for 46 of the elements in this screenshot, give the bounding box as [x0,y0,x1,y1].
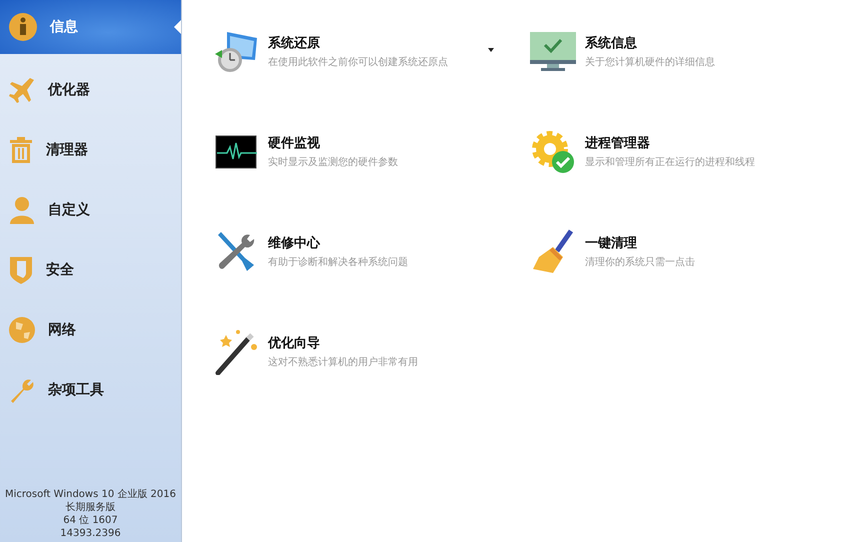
system-info-text: 长期服务版 [66,501,116,514]
system-info-text: 14393.2396 [60,527,121,540]
tool-description: 这对不熟悉计算机的用户非常有用 [268,356,418,369]
selection-notch-icon [174,20,181,34]
tool-description: 有助于诊断和解决各种系统问题 [268,256,408,269]
broom-icon [531,229,575,275]
system-info-text: Microsoft Windows 10 企业版 2016 [4,488,176,501]
tool-title: 优化向导 [268,335,321,352]
globe-icon [8,316,36,344]
sidebar-item[interactable]: 杂项工具 [0,360,181,420]
tool-item[interactable]: 维修中心 有助于诊断和解决各种系统问题 [212,228,408,276]
person-icon [8,196,36,224]
tool-description: 在使用此软件之前你可以创建系统还原点 [268,56,448,69]
tool-title: 硬件监视 [268,135,321,152]
tool-description: 实时显示及监测您的硬件参数 [268,156,398,169]
tool-description: 清理你的系统只需一点击 [585,256,695,269]
heartbeat-monitor-icon [215,135,257,169]
sidebar-item[interactable]: 清理器 [0,120,181,180]
tool-description: 显示和管理所有正在运行的进程和线程 [585,156,755,169]
tool-item[interactable]: 优化向导 这对不熟悉计算机的用户非常有用 [212,328,418,376]
info-icon [8,12,38,42]
tool-title: 一键清理 [585,235,638,252]
tool-title: 维修中心 [268,234,322,252]
monitor-check-icon [529,31,577,73]
gear-check-icon [530,129,576,175]
tool-item[interactable]: 系统信息 关于您计算机硬件的详细信息 [529,28,715,76]
magic-wand-icon [214,329,258,375]
tool-item[interactable]: 硬件监视 实时显示及监测您的硬件参数 [212,128,398,176]
system-info-text: 64 位 1607 [63,514,118,527]
sidebar-item[interactable]: 自定义 [0,180,181,240]
trash-icon [8,136,34,164]
sidebar-item[interactable]: 信息 [0,0,181,54]
sidebar-item[interactable]: 网络 [0,300,181,360]
sidebar-item[interactable]: 优化器 [0,60,181,120]
caret-icon[interactable] [488,48,494,52]
tool-item[interactable]: 系统还原 在使用此软件之前你可以创建系统还原点 [212,28,448,76]
tool-description: 关于您计算机硬件的详细信息 [585,56,715,69]
monitor-clock-icon [213,30,259,74]
tool-title: 系统信息 [585,34,638,52]
tool-title: 系统还原 [268,34,321,52]
tool-item[interactable]: 一键清理 清理你的系统只需一点击 [529,228,695,276]
sidebar-item[interactable]: 安全 [0,240,181,300]
tool-title: 进程管理器 [585,135,651,152]
shield-icon [8,255,34,285]
tool-item[interactable]: 进程管理器 显示和管理所有正在运行的进程和线程 [529,128,755,176]
airplane-icon [8,76,36,104]
